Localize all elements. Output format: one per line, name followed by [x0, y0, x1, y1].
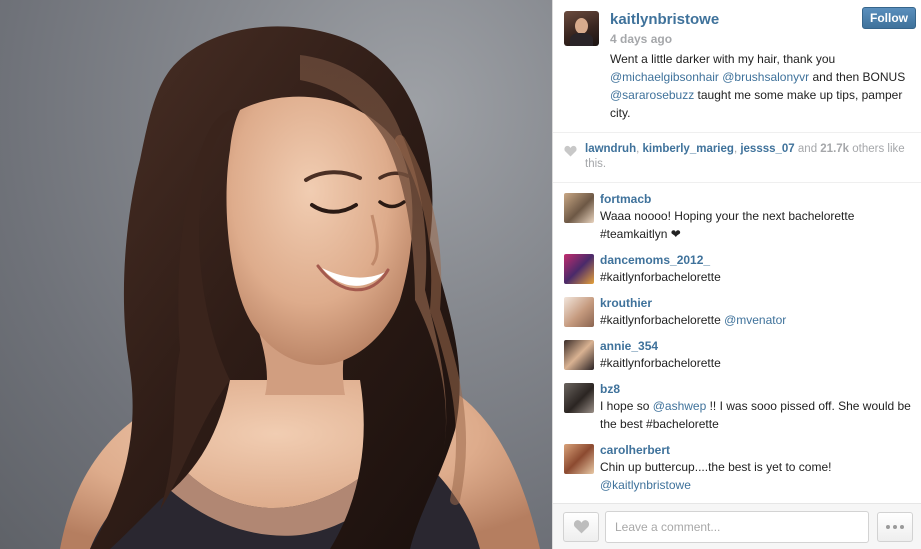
comment-mention-link[interactable]: @ashwep	[653, 399, 707, 413]
caption-mention-link[interactable]: @brushsalonyvr	[722, 70, 809, 84]
comments-list: fortmacb Waaa noooo! Hoping your the nex…	[553, 183, 921, 503]
comment-text: Chin up buttercup....the best is yet to …	[600, 458, 911, 494]
commenter-avatar[interactable]	[564, 444, 594, 474]
comment-text-part: #kaitlynforbachelorette	[600, 313, 725, 327]
comment-text: #kaitlynforbachelorette @mvenator	[600, 311, 911, 329]
comment-input[interactable]	[605, 510, 869, 543]
follow-button[interactable]: Follow	[862, 7, 916, 29]
post-timestamp[interactable]: 4 days ago	[610, 32, 911, 46]
more-options-button[interactable]	[877, 511, 913, 542]
comment-item: fortmacb Waaa noooo! Hoping your the nex…	[553, 188, 921, 249]
commenter-avatar[interactable]	[564, 254, 594, 284]
comment-text: Waaa noooo! Hoping your the next bachelo…	[600, 209, 855, 241]
post-photo[interactable]	[0, 0, 552, 549]
commenter-username-link[interactable]: fortmacb	[600, 191, 911, 207]
caption-mention-link[interactable]: @sararosebuzz	[610, 88, 694, 102]
post-header: kaitlynbristowe 4 days ago Went a little…	[553, 0, 921, 133]
comment-footer	[553, 503, 921, 549]
commenter-username-link[interactable]: dancemoms_2012_	[600, 252, 911, 268]
liker-link[interactable]: kimberly_marieg	[643, 143, 734, 155]
heart-icon	[573, 520, 589, 534]
comment-text-part: Chin up buttercup....the best is yet to …	[600, 460, 832, 474]
more-options-icon	[900, 524, 904, 529]
liker-link[interactable]: jessss_07	[740, 143, 794, 155]
comment-item: carolherbert Chin up buttercup....the be…	[553, 439, 921, 500]
commenter-avatar[interactable]	[564, 297, 594, 327]
caption-mention-link[interactable]: @michaelgibsonhair	[610, 70, 719, 84]
heart-icon	[564, 145, 577, 157]
commenter-username-link[interactable]: annie_354	[600, 338, 911, 354]
comment-mention-link[interactable]: @kaitlynbristowe	[600, 478, 691, 492]
commenter-avatar[interactable]	[564, 340, 594, 370]
liker-link[interactable]: lawndruh	[585, 143, 636, 155]
comment-item: annie_354 #kaitlynforbachelorette	[553, 335, 921, 378]
comment-mention-link[interactable]: @mvenator	[724, 313, 786, 327]
comment-text-part: I hope so	[600, 399, 653, 413]
comment-item: dancemoms_2012_ #kaitlynforbachelorette	[553, 249, 921, 292]
like-button[interactable]	[563, 511, 599, 542]
post-caption: Went a little darker with my hair, thank…	[610, 50, 912, 122]
comment-text: #kaitlynforbachelorette	[600, 356, 721, 370]
commenter-username-link[interactable]: carolherbert	[600, 442, 911, 458]
likes-summary: lawndruh, kimberly_marieg, jessss_07 and…	[553, 133, 921, 183]
caption-text: and then BONUS	[809, 70, 906, 84]
more-options-icon	[886, 524, 890, 529]
comment-item: krouthier #kaitlynforbachelorette @mvena…	[553, 292, 921, 335]
owner-avatar[interactable]	[564, 11, 599, 46]
caption-text: Went a little darker with my hair, thank…	[610, 52, 836, 66]
instagram-post-viewer: kaitlynbristowe 4 days ago Went a little…	[0, 0, 921, 549]
more-options-icon	[893, 524, 897, 529]
post-side-panel: kaitlynbristowe 4 days ago Went a little…	[552, 0, 921, 549]
commenter-avatar[interactable]	[564, 193, 594, 223]
commenter-avatar[interactable]	[564, 383, 594, 413]
commenter-username-link[interactable]: krouthier	[600, 295, 911, 311]
comment-text: I hope so @ashwep !! I was sooo pissed o…	[600, 397, 911, 433]
likes-count[interactable]: 21.7k	[820, 143, 849, 155]
likes-and-text: and	[794, 143, 821, 155]
comment-text: #kaitlynforbachelorette	[600, 270, 721, 284]
comment-item: bz8 I hope so @ashwep !! I was sooo piss…	[553, 378, 921, 439]
portrait-image	[60, 26, 540, 549]
commenter-username-link[interactable]: bz8	[600, 381, 911, 397]
